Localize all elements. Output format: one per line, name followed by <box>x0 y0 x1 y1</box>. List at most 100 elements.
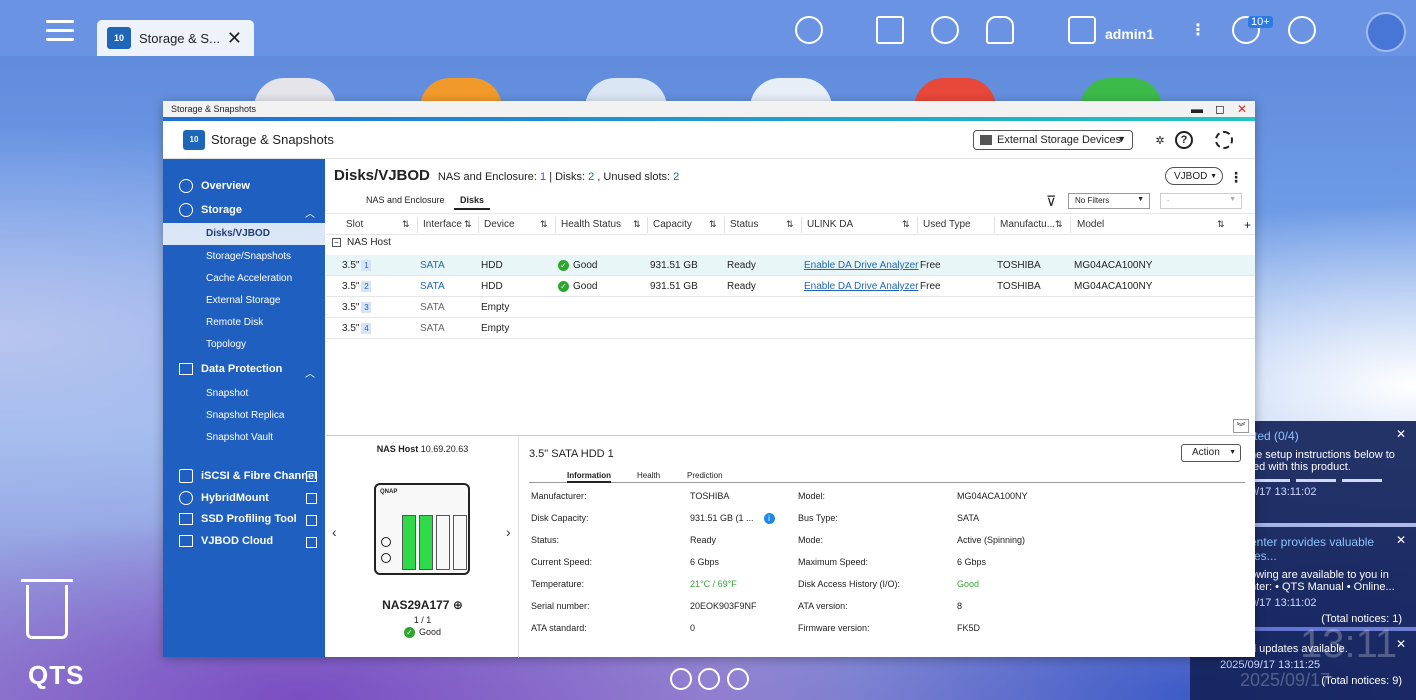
disk-bay[interactable] <box>453 515 467 570</box>
collapse-panel-icon[interactable]: ︾ <box>1233 419 1249 433</box>
sidebar-item-vjbod-cloud[interactable]: VJBOD Cloud <box>179 535 273 547</box>
table-row[interactable]: 3.5" 2 SATA HDD ✓ Good 931.51 GB Ready Ena… <box>326 276 1255 297</box>
sidebar-item-hybridmount[interactable]: HybridMount <box>179 491 269 505</box>
sidebar-item-snapshot-vault[interactable]: Snapshot Vault <box>206 432 273 443</box>
enclosure-label: NAS and Enclosure: <box>437 171 537 183</box>
sidebar-item-storage-snapshots[interactable]: Storage/Snapshots <box>206 251 291 262</box>
tab-information[interactable]: Information <box>567 471 611 483</box>
more-options-icon[interactable]: ⋮ <box>1190 20 1206 40</box>
sidebar-item-storage[interactable]: Storage <box>179 203 242 217</box>
wand-icon[interactable]: ✲ <box>1151 131 1169 149</box>
zoom-icon[interactable]: ⊕ <box>453 598 463 612</box>
col-model[interactable]: Model <box>1077 219 1104 230</box>
filter-select[interactable]: No Filters ▼ <box>1068 193 1150 209</box>
next-arrow-icon[interactable]: › <box>506 524 511 540</box>
nas-status-line: ✓ Good <box>326 627 519 638</box>
col-used-type[interactable]: Used Type <box>923 219 971 230</box>
sort-icon[interactable]: ⇅ <box>464 219 472 230</box>
chevron-up-icon[interactable]: ︿ <box>305 365 315 380</box>
sort-icon[interactable]: ⇅ <box>540 219 548 230</box>
sort-icon[interactable]: ⇅ <box>402 219 410 230</box>
table-row[interactable]: 3.5" 3 SATA Empty <box>326 297 1255 318</box>
col-ulink[interactable]: ULINK DA <box>807 219 853 230</box>
maximize-icon[interactable]: ◻ <box>1215 102 1225 116</box>
sidebar-item-iscsi[interactable]: iSCSI & Fibre Channel <box>179 469 317 483</box>
disk-bay[interactable] <box>419 515 433 570</box>
disk-bay[interactable] <box>436 515 450 570</box>
vjbod-button[interactable]: VJBOD ▼ <box>1165 167 1223 185</box>
tab-disks[interactable]: Disks <box>454 195 491 210</box>
close-icon[interactable]: ✕ <box>1396 427 1406 441</box>
gear-icon[interactable] <box>1215 131 1233 149</box>
sidebar-item-ssd-profiling[interactable]: SSD Profiling Tool <box>179 513 297 525</box>
bell-icon[interactable] <box>986 16 1014 44</box>
external-storage-select[interactable]: External Storage Devices ▼ <box>973 130 1133 150</box>
sync-icon[interactable] <box>931 16 959 44</box>
filter-icon[interactable]: ⊽ <box>1046 193 1056 210</box>
table-row[interactable]: 3.5" 4 SATA Empty <box>326 318 1255 339</box>
sidebar-item-external[interactable]: External Storage <box>206 295 281 306</box>
sort-icon[interactable]: ⇅ <box>709 219 717 230</box>
dock-app-icon[interactable] <box>727 668 749 690</box>
tab-health[interactable]: Health <box>637 471 660 480</box>
sidebar-item-snapshot-replica[interactable]: Snapshot Replica <box>206 410 284 421</box>
filter-value-select[interactable]: - ▼ <box>1160 193 1242 209</box>
tab-nas-enclosure[interactable]: NAS and Enclosure <box>360 195 451 208</box>
table-row[interactable]: 3.5" 1 SATA HDD ✓ Good 931.51 GB Ready Ena… <box>326 255 1255 276</box>
cloud-icon[interactable] <box>1366 12 1406 52</box>
minimize-icon[interactable]: ▬ <box>1191 102 1203 116</box>
col-health[interactable]: Health Status <box>561 219 621 230</box>
enable-da-link[interactable]: Enable DA Drive Analyzer <box>804 281 919 292</box>
add-column-icon[interactable]: + <box>1244 218 1251 232</box>
sidebar-item-data-protection[interactable]: Data Protection <box>179 363 282 375</box>
col-manufacturer[interactable]: Manufactu... <box>1000 219 1055 230</box>
dashboard-gauge-icon[interactable] <box>1288 16 1316 44</box>
more-options-icon[interactable]: ⋮ <box>1229 169 1243 186</box>
sidebar-item-snapshot[interactable]: Snapshot <box>206 388 248 399</box>
window-titlebar[interactable]: Storage & Snapshots ▬ ◻ ✕ <box>163 101 1255 117</box>
col-capacity[interactable]: Capacity <box>653 219 692 230</box>
search-icon[interactable] <box>795 16 823 44</box>
sidebar-item-overview[interactable]: Overview <box>179 179 250 193</box>
col-slot[interactable]: Slot <box>346 219 363 230</box>
info-icon[interactable]: i <box>763 513 775 524</box>
sidebar-item-cache[interactable]: Cache Acceleration <box>206 273 292 284</box>
dock-app-icon[interactable] <box>698 668 720 690</box>
col-device[interactable]: Device <box>484 219 515 230</box>
collapse-icon[interactable]: − <box>332 238 341 247</box>
enable-da-link[interactable]: Enable DA Drive Analyzer <box>804 260 919 271</box>
close-tab-icon[interactable]: ✕ <box>227 28 242 49</box>
sort-icon[interactable]: ⇅ <box>633 219 641 230</box>
action-button[interactable]: Action ▼ <box>1181 444 1241 462</box>
group-row[interactable]: − NAS Host <box>326 237 1255 255</box>
sidebar-item-topology[interactable]: Topology <box>206 339 246 350</box>
main-menu-icon[interactable] <box>46 18 76 44</box>
col-status[interactable]: Status <box>730 219 758 230</box>
close-icon[interactable]: ✕ <box>1396 533 1406 547</box>
tab-prediction[interactable]: Prediction <box>687 471 723 480</box>
user-name[interactable]: admin1 <box>1105 26 1154 42</box>
app-tab-storage[interactable]: 10 Storage & S... ✕ <box>97 20 254 56</box>
action-label: Action <box>1192 447 1220 458</box>
close-icon[interactable]: ✕ <box>1396 637 1406 651</box>
close-icon[interactable]: ✕ <box>1237 102 1247 116</box>
background-tasks-icon[interactable] <box>876 16 904 44</box>
col-interface[interactable]: Interface <box>423 219 462 230</box>
user-icon[interactable] <box>1068 16 1096 44</box>
external-link-icon[interactable] <box>306 471 317 482</box>
sidebar-item-disks-vjbod[interactable]: Disks/VJBOD <box>206 228 270 239</box>
sort-icon[interactable]: ⇅ <box>902 219 910 230</box>
external-link-icon[interactable] <box>306 537 317 548</box>
prev-arrow-icon[interactable]: ‹ <box>332 524 337 540</box>
external-link-icon[interactable] <box>306 515 317 526</box>
chevron-up-icon[interactable]: ︿ <box>305 205 315 220</box>
trash-icon[interactable] <box>21 579 73 639</box>
sort-icon[interactable]: ⇅ <box>1217 219 1225 230</box>
sort-icon[interactable]: ⇅ <box>1055 219 1063 230</box>
dock-app-icon[interactable] <box>670 668 692 690</box>
help-icon[interactable]: ? <box>1175 131 1193 149</box>
sidebar-item-remote[interactable]: Remote Disk <box>206 317 263 328</box>
sort-icon[interactable]: ⇅ <box>786 219 794 230</box>
external-link-icon[interactable] <box>306 493 317 504</box>
disk-bay[interactable] <box>402 515 416 570</box>
